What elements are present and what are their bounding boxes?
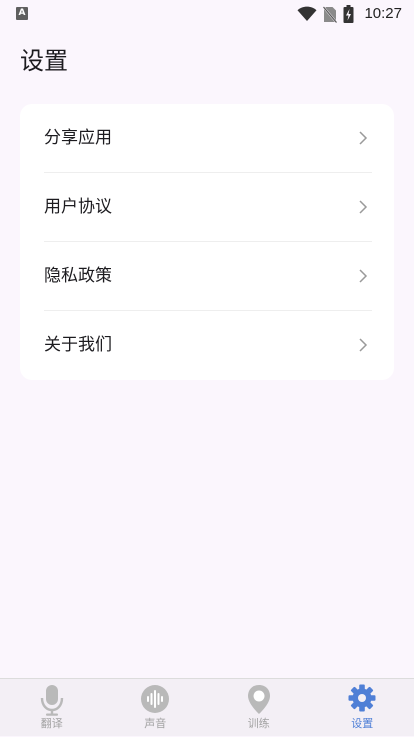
bottom-nav: 翻译 声音 训练: [0, 678, 414, 736]
status-bar: A 10:27: [0, 0, 414, 28]
nav-item-label: 声音: [104, 717, 208, 731]
settings-item-label: 关于我们: [44, 333, 112, 357]
nav-item-settings[interactable]: 设置: [311, 679, 414, 737]
chevron-right-icon: [358, 337, 368, 353]
gear-icon: [348, 684, 376, 712]
location-pin-icon: [246, 684, 272, 716]
settings-item-label: 隐私政策: [44, 264, 112, 288]
microphone-icon: [38, 684, 66, 716]
nav-item-translate[interactable]: 翻译: [0, 679, 104, 737]
status-icons: 10:27: [297, 4, 402, 24]
settings-item-user-agreement[interactable]: 用户协议: [20, 173, 394, 241]
no-sim-icon: [323, 6, 337, 23]
settings-card: 分享应用 用户协议 隐私政策 关于我们: [20, 104, 394, 380]
settings-item-label: 分享应用: [44, 126, 112, 150]
app-notification-icon: A: [16, 7, 28, 20]
settings-item-about-us[interactable]: 关于我们: [20, 311, 394, 379]
nav-item-sound[interactable]: 声音: [104, 679, 208, 737]
chevron-right-icon: [358, 268, 368, 284]
settings-item-label: 用户协议: [44, 195, 112, 219]
page-title: 设置: [20, 46, 68, 76]
chevron-right-icon: [358, 199, 368, 215]
sound-wave-icon: [140, 684, 170, 714]
nav-item-training[interactable]: 训练: [207, 679, 311, 737]
clock: 10:27: [364, 4, 402, 24]
settings-item-privacy-policy[interactable]: 隐私政策: [20, 242, 394, 310]
chevron-right-icon: [358, 130, 368, 146]
wifi-icon: [297, 6, 317, 22]
nav-item-label: 设置: [311, 717, 414, 731]
nav-item-label: 翻译: [0, 717, 104, 731]
nav-item-label: 训练: [207, 717, 311, 731]
battery-charging-icon: [343, 5, 354, 23]
settings-item-share-app[interactable]: 分享应用: [20, 104, 394, 172]
